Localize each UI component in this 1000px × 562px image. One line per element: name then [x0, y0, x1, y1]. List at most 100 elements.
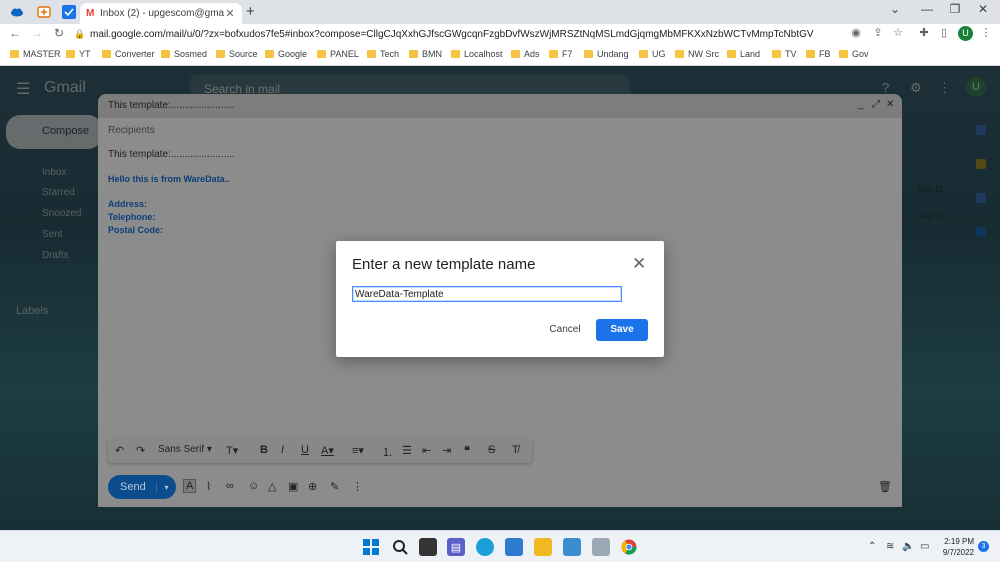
italic-icon[interactable]: I [281, 444, 284, 456]
edge-browser-icon[interactable] [476, 538, 494, 556]
font-family-select[interactable]: Sans Serif ▾ [158, 444, 212, 455]
bookmark-item[interactable]: YT [66, 49, 91, 59]
close-window-button[interactable]: ✕ [972, 2, 994, 16]
close-tab-icon[interactable]: ✕ [224, 7, 236, 20]
more-options-icon[interactable]: ⋮ [352, 480, 363, 493]
extensions-icon[interactable]: ✚ [916, 26, 932, 39]
emoji-icon[interactable]: ☺ [248, 480, 259, 492]
bulleted-list-icon[interactable]: ☰ [402, 444, 412, 457]
store-icon[interactable] [505, 538, 523, 556]
font-size-icon[interactable]: T▾ [226, 444, 238, 457]
document-icon[interactable] [592, 538, 610, 556]
signature-icon[interactable]: ✎ [330, 480, 339, 493]
cancel-button[interactable]: Cancel [545, 319, 585, 341]
body-address-label[interactable]: Address: [108, 199, 147, 209]
undo-icon[interactable]: ↶ [115, 444, 124, 457]
bookmark-item[interactable]: Google [265, 49, 307, 59]
bookmark-star-icon[interactable]: ☆ [890, 26, 906, 39]
share-icon[interactable]: ⇪ [870, 26, 886, 39]
profile-avatar[interactable]: U [958, 26, 973, 41]
folder-icon [511, 50, 520, 58]
show-hidden-icons[interactable]: ⌃ [868, 541, 876, 552]
bookmark-item[interactable]: FB [806, 49, 831, 59]
bookmark-item[interactable]: Ads [511, 49, 540, 59]
bookmark-item[interactable]: NW Src [675, 49, 719, 59]
link-icon[interactable]: ∞ [226, 480, 234, 492]
send-button[interactable]: Send ▾ [108, 475, 176, 499]
maximize-button[interactable]: ❐ [944, 2, 966, 16]
indent-less-icon[interactable]: ⇤ [422, 444, 431, 457]
eye-icon[interactable]: ◉ [848, 26, 864, 39]
recipients-field[interactable]: Recipients [108, 125, 155, 136]
body-greeting[interactable]: Hello this is from WareData.. [108, 174, 230, 184]
reload-button[interactable]: ↻ [50, 26, 68, 40]
notification-badge[interactable]: 3 [978, 541, 989, 552]
close-dialog-icon[interactable]: ✕ [632, 254, 646, 274]
bookmark-item[interactable]: Land [727, 49, 760, 59]
indent-more-icon[interactable]: ⇥ [442, 444, 451, 457]
body-telephone-label[interactable]: Telephone: [108, 212, 155, 222]
template-name-input[interactable] [352, 286, 622, 302]
redo-icon[interactable]: ↷ [136, 444, 145, 457]
bookmark-item[interactable]: Localhost [451, 49, 503, 59]
minimize-button[interactable]: — [916, 2, 938, 16]
chat-icon[interactable]: ▤ [447, 538, 465, 556]
bookmark-item[interactable]: Sosmed [161, 49, 207, 59]
body-postal-label[interactable]: Postal Code: [108, 225, 163, 235]
bookmark-item[interactable]: F7 [549, 49, 573, 59]
photo-icon[interactable]: ▣ [288, 480, 298, 493]
bookmark-item[interactable]: BMN [409, 49, 442, 59]
discard-trash-icon[interactable]: 🗑 [878, 480, 892, 493]
search-icon[interactable] [391, 538, 409, 556]
task-view-icon[interactable] [419, 538, 437, 556]
bold-icon[interactable]: B [260, 444, 268, 456]
quote-icon[interactable]: ❝ [464, 444, 470, 457]
minimize-compose-icon[interactable]: _ [858, 99, 864, 110]
side-panel-icon[interactable]: ▯ [936, 26, 952, 39]
chrome-icon[interactable] [620, 538, 638, 556]
bookmark-item[interactable]: MASTER [10, 49, 61, 59]
address-bar[interactable]: 🔒 mail.google.com/mail/u/0/?zx=bofxudos7… [74, 25, 864, 43]
battery-icon[interactable]: ▭ [920, 541, 929, 552]
expand-compose-icon[interactable]: ⤢ [872, 99, 880, 110]
notepad-icon[interactable] [563, 538, 581, 556]
confidential-icon[interactable]: ⊕ [308, 480, 317, 493]
subject-field[interactable]: This template:....................... [108, 149, 235, 160]
pinned-tab-tasks[interactable] [58, 3, 80, 21]
bookmark-item[interactable]: UG [639, 49, 666, 59]
bookmark-item[interactable]: Gov [839, 49, 869, 59]
close-compose-icon[interactable]: ✕ [886, 99, 894, 110]
forward-button[interactable]: → [28, 26, 46, 40]
new-tab-button[interactable]: + [246, 3, 255, 20]
bookmark-item[interactable]: Undang [584, 49, 629, 59]
bookmark-item[interactable]: Converter [102, 49, 155, 59]
tab-search-icon[interactable]: ⌄ [884, 2, 906, 16]
text-color-icon[interactable]: A▾ [321, 444, 334, 457]
file-explorer-icon[interactable] [534, 538, 552, 556]
wifi-icon[interactable]: ≋ [886, 541, 894, 552]
numbered-list-icon[interactable]: ⒈ [382, 444, 393, 460]
start-windows-icon[interactable] [362, 538, 380, 556]
attach-icon[interactable]: ⌇ [206, 480, 211, 493]
bookmark-item[interactable]: Tech [367, 49, 399, 59]
bookmark-item[interactable]: TV [772, 49, 797, 59]
drive-icon[interactable]: △ [268, 480, 276, 493]
volume-icon[interactable]: 🔈 [902, 541, 914, 552]
folder-icon [102, 50, 111, 58]
pinned-tab-app[interactable] [33, 3, 55, 21]
clear-formatting-icon[interactable]: T̸ [512, 444, 519, 456]
bookmark-item[interactable]: Source [216, 49, 258, 59]
align-icon[interactable]: ≡▾ [352, 444, 364, 457]
bookmark-item[interactable]: PANEL [317, 49, 359, 59]
pinned-tab-onedrive[interactable] [6, 3, 28, 21]
underline-icon[interactable]: U [301, 444, 309, 456]
back-button[interactable]: ← [6, 26, 24, 40]
url-text: mail.google.com/mail/u/0/?zx=bofxudos7fe… [90, 28, 814, 40]
save-button[interactable]: Save [596, 319, 648, 341]
formatting-options-icon[interactable]: A [182, 479, 197, 493]
strikethrough-icon[interactable]: S [488, 444, 495, 456]
send-options-icon[interactable]: ▾ [156, 482, 176, 492]
menu-kebab-icon[interactable]: ⋮ [978, 26, 994, 39]
system-clock[interactable]: 2:19 PM 9/7/2022 [938, 536, 974, 558]
active-tab[interactable]: M Inbox (2) - upgescom@gmail.com ✕ [80, 3, 242, 24]
